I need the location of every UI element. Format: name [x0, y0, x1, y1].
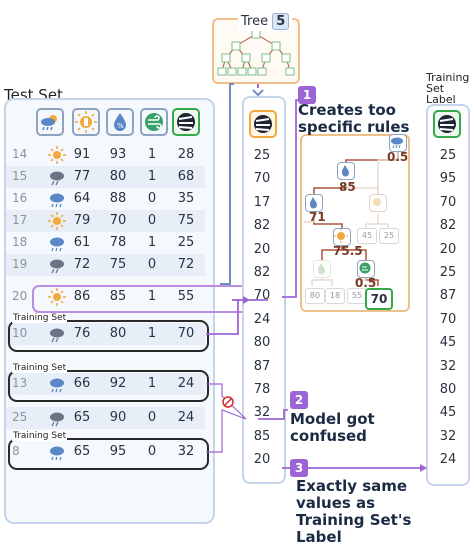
- note-2-badge: 2: [290, 391, 308, 409]
- note-3-badge: 3: [290, 459, 308, 477]
- note-2-text: Model got confused: [290, 410, 375, 445]
- note-3-text: Exactly same values as Training Set's La…: [296, 477, 412, 546]
- note-1-text: Creates too specific rules: [298, 101, 410, 136]
- annotation-arrows: [206, 99, 427, 472]
